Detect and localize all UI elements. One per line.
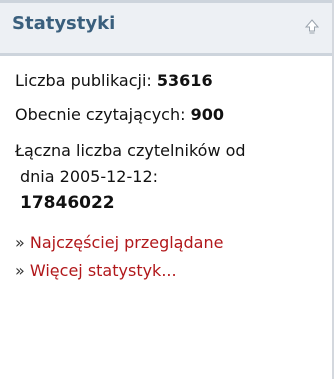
collapse-arrow-icon[interactable] — [302, 17, 322, 37]
current-readers-stat: Obecnie czytających: 900 — [15, 104, 322, 125]
link-more-stats: » Więcej statystyk... — [15, 260, 322, 281]
publications-stat: Liczba publikacji: 53616 — [15, 70, 322, 91]
stats-links: » Najczęściej przeglądane » Więcej staty… — [15, 232, 322, 281]
panel-title: Statystyki — [12, 13, 116, 34]
total-readers-stat: Łączna liczba czytelników od dnia 2005-1… — [15, 138, 322, 216]
current-readers-value: 900 — [190, 105, 224, 124]
link-most-viewed: » Najczęściej przeglądane — [15, 232, 322, 253]
link-bullet: » — [15, 233, 25, 252]
total-readers-value: 17846022 — [20, 193, 115, 213]
publications-label: Liczba publikacji: — [15, 71, 152, 90]
panel-header: Statystyki — [0, 0, 332, 56]
link-bullet: » — [15, 261, 25, 280]
publications-value: 53616 — [156, 71, 213, 90]
total-readers-label-line1: Łączna liczba czytelników od — [15, 141, 246, 160]
most-viewed-link[interactable]: Najczęściej przeglądane — [30, 233, 224, 252]
total-readers-label-line2: dnia 2005-12-12: — [20, 167, 159, 186]
panel-content: Liczba publikacji: 53616 Obecnie czytają… — [0, 56, 332, 281]
current-readers-label: Obecnie czytających: — [15, 105, 186, 124]
statistics-panel: Statystyki Liczba publikacji: 53616 Obec… — [0, 0, 334, 379]
more-stats-link[interactable]: Więcej statystyk... — [30, 261, 177, 280]
